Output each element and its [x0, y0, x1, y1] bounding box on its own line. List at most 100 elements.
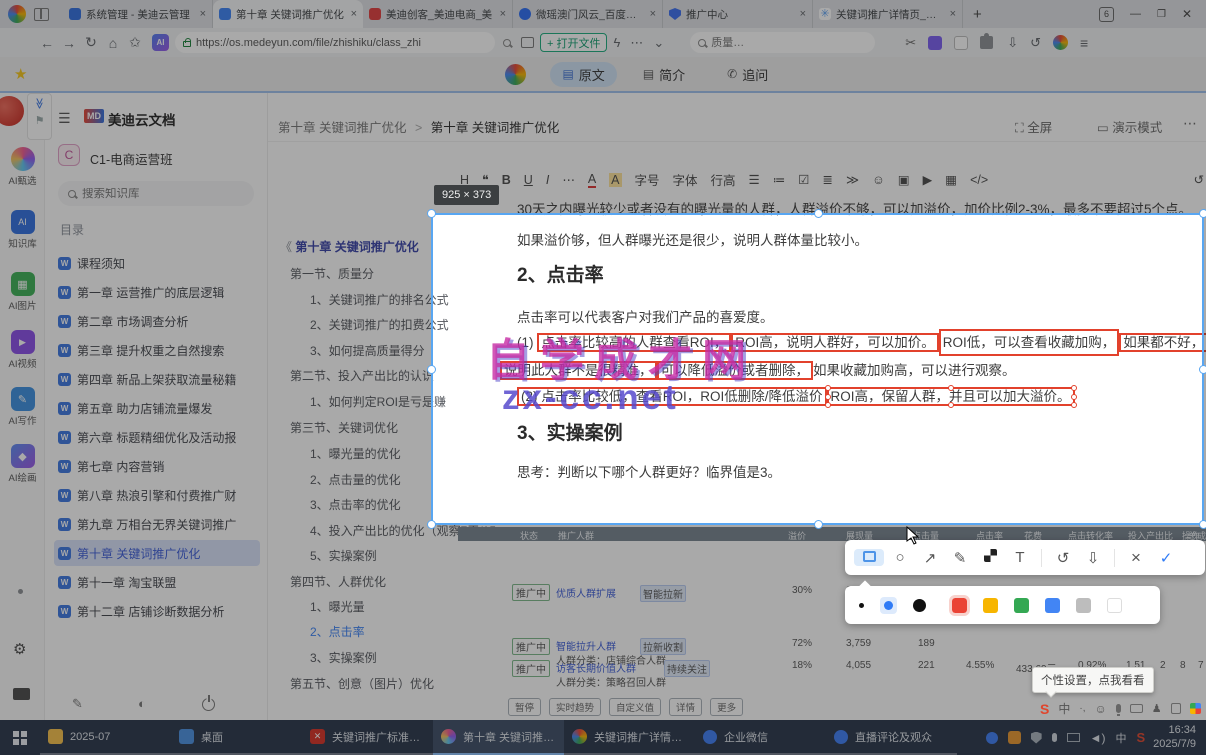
taskbar-item-live-comments[interactable]: 直播评论及观众	[826, 720, 957, 755]
audience-name[interactable]: 智能拉升人群	[556, 638, 616, 653]
toc-title[interactable]: 《 第十章 关键词推广优化	[280, 238, 419, 255]
toc-item[interactable]: 5、实操案例	[310, 547, 377, 564]
open-file-button[interactable]: + 打开文件	[540, 33, 608, 52]
annotation-handle[interactable]	[824, 393, 831, 400]
tray-sogou-icon[interactable]: S	[1137, 730, 1146, 745]
ime-mic-icon[interactable]	[1115, 704, 1121, 716]
sidebar-chapter[interactable]: W 第五章 助力店铺流量爆发	[54, 395, 260, 421]
ime-skin-grid-icon[interactable]	[1189, 703, 1201, 714]
color-white[interactable]	[1107, 597, 1122, 613]
annotation-handle[interactable]	[824, 402, 831, 408]
tab-promo-center[interactable]: 推广中心 ×	[663, 0, 813, 28]
sidebar-chapter[interactable]: W 第四章 新品上架获取流量秘籍	[54, 366, 260, 392]
tab-close-icon[interactable]: ×	[650, 8, 656, 20]
sogou-icon[interactable]: S	[1040, 701, 1049, 717]
present-mode-button[interactable]: ▭ 演示模式	[1097, 117, 1162, 136]
rail-item-ai-image[interactable]: ▦ AI图片	[0, 272, 45, 312]
toc-item-active[interactable]: 2、点击率	[310, 623, 365, 640]
more-actions-icon[interactable]: ⋯	[1183, 115, 1197, 132]
toc-item[interactable]: 1、关键词推广的排名公式	[310, 291, 449, 308]
audience-name[interactable]: 优质人群扩展	[556, 585, 616, 600]
history-icon[interactable]: ↺	[1030, 35, 1041, 51]
home-button[interactable]: ⌂	[102, 35, 124, 51]
color-gray[interactable]	[1076, 597, 1091, 613]
screenshot-extension-icon[interactable]	[954, 35, 969, 50]
color-red-selected[interactable]	[949, 594, 970, 616]
tab-keyword-detail[interactable]: ✳ 关键词推广详情页_万相 ×	[813, 0, 963, 28]
line-height-dropdown[interactable]: 行高	[711, 170, 736, 189]
image-insert-icon[interactable]: ▣	[898, 172, 910, 187]
kb-search-box[interactable]	[58, 181, 254, 206]
annotation-handle[interactable]	[1070, 393, 1077, 400]
italic-icon[interactable]: I	[546, 173, 549, 187]
more-tools-icon[interactable]: ⋯	[630, 35, 643, 51]
ime-emoji-icon[interactable]: ☺	[1094, 702, 1106, 716]
tab-close-icon[interactable]: ×	[351, 8, 357, 20]
realtime-trend-button[interactable]: 实时趋势	[549, 698, 602, 716]
indent-icon[interactable]: ≫	[846, 172, 859, 187]
tray-ime-lang[interactable]: 中	[1116, 730, 1127, 746]
image-tool-icon[interactable]	[521, 37, 534, 48]
breadcrumb-parent[interactable]: 第十章 关键词推广优化	[278, 121, 406, 135]
selection-handle[interactable]	[427, 520, 436, 529]
toc-item[interactable]: 3、点击率的优化	[310, 496, 401, 513]
theme-toggle-icon[interactable]: ◐	[138, 696, 146, 711]
ordered-list-icon[interactable]: ≔	[773, 172, 786, 187]
stroke-medium-dot-selected[interactable]	[880, 596, 897, 614]
ime-lang-toggle[interactable]: 中	[1058, 700, 1070, 717]
toc-item[interactable]: 第二节、投入产出比的认识	[290, 367, 434, 384]
video-insert-icon[interactable]: ▶	[923, 172, 933, 187]
selection-handle[interactable]	[1199, 520, 1206, 529]
annotation-rect[interactable]: 如果都不好，	[1119, 333, 1206, 352]
taskbar-item-spreadsheet[interactable]: ✕ 关键词推广标准计...	[302, 720, 433, 755]
omnibox[interactable]: https://os.medeyun.com/file/zhishiku/cla…	[175, 32, 495, 53]
ime-person-icon[interactable]: ♟	[1152, 702, 1162, 715]
restore-button[interactable]: ❐	[1157, 9, 1166, 20]
selection-handle[interactable]	[814, 209, 823, 218]
sidebar-chapter[interactable]: W 第九章 万相台无界关键词推广	[54, 511, 260, 537]
sidebar-chapter[interactable]: W 第十一章 淘宝联盟	[54, 569, 260, 595]
page-search-field[interactable]	[690, 32, 876, 53]
rectangle-tool[interactable]	[854, 549, 884, 566]
text-tool[interactable]: T	[1005, 549, 1035, 566]
tab-close-icon[interactable]: ×	[500, 8, 506, 20]
toc-item[interactable]: 1、曝光量的优化	[310, 445, 401, 462]
mosaic-tool[interactable]	[975, 549, 1005, 566]
undo-tool[interactable]: ↺	[1048, 549, 1078, 567]
sidebar-chapter[interactable]: W 第二章 市场调查分析	[54, 308, 260, 334]
sidebar-chapter[interactable]: W 课程须知	[54, 250, 260, 276]
tray-wecom-icon[interactable]	[985, 731, 998, 744]
tab-summary[interactable]: ▤ 简介	[631, 62, 697, 87]
pin-icon[interactable]: ⚑	[28, 114, 51, 127]
tray-shield-icon[interactable]	[1030, 731, 1042, 744]
workspace-name[interactable]: C1-电商运营班	[90, 149, 173, 168]
tab-close-icon[interactable]: ×	[950, 8, 956, 20]
tab-meidi-chuangke[interactable]: 美迪创客_美迪电商_美 ×	[363, 0, 513, 28]
emoji-icon[interactable]: ☺	[872, 173, 885, 187]
confirm-capture-button[interactable]: ✓	[1151, 549, 1181, 567]
search-icon[interactable]	[503, 38, 511, 47]
stroke-large-dot[interactable]	[913, 598, 926, 612]
ai-orb-icon[interactable]	[505, 63, 527, 85]
tab-original-text[interactable]: ▤ 原文	[550, 61, 617, 87]
split-view-icon[interactable]	[34, 7, 49, 21]
detail-button[interactable]: 详情	[669, 698, 703, 716]
tab-baidu-search[interactable]: 微瑶澳门风云_百度搜索 ×	[513, 0, 663, 28]
rail-settings-gear-icon[interactable]: ⚙	[13, 640, 26, 658]
arrow-tool[interactable]: ↗	[915, 549, 945, 567]
annotation-handle[interactable]	[947, 385, 954, 391]
taskbar-item-wecom[interactable]: 企业微信	[695, 720, 826, 755]
sidebar-chapter[interactable]: W 第十二章 店铺诊断数据分析	[54, 598, 260, 624]
more-format-icon[interactable]: ⋯	[562, 172, 575, 187]
rail-item-knowledge-base[interactable]: AI 知识库	[0, 210, 45, 250]
taskbar-item-folder[interactable]: 2025-07	[40, 720, 171, 755]
rail-item-ai-writing[interactable]: ✎ AI写作	[0, 387, 45, 427]
tab-close-icon[interactable]: ×	[200, 8, 206, 20]
taskbar-item-chapter10[interactable]: 第十章 关键词推广...	[433, 720, 564, 755]
hamburger-icon[interactable]: ☰	[58, 110, 71, 127]
workspace-avatar[interactable]: C	[58, 144, 80, 166]
align-icon[interactable]: ≣	[822, 172, 832, 187]
scissors-icon[interactable]: ✂	[905, 35, 916, 51]
sidebar-chapter[interactable]: W 第三章 提升权重之自然搜索	[54, 337, 260, 363]
close-window-button[interactable]: ✕	[1182, 7, 1192, 21]
